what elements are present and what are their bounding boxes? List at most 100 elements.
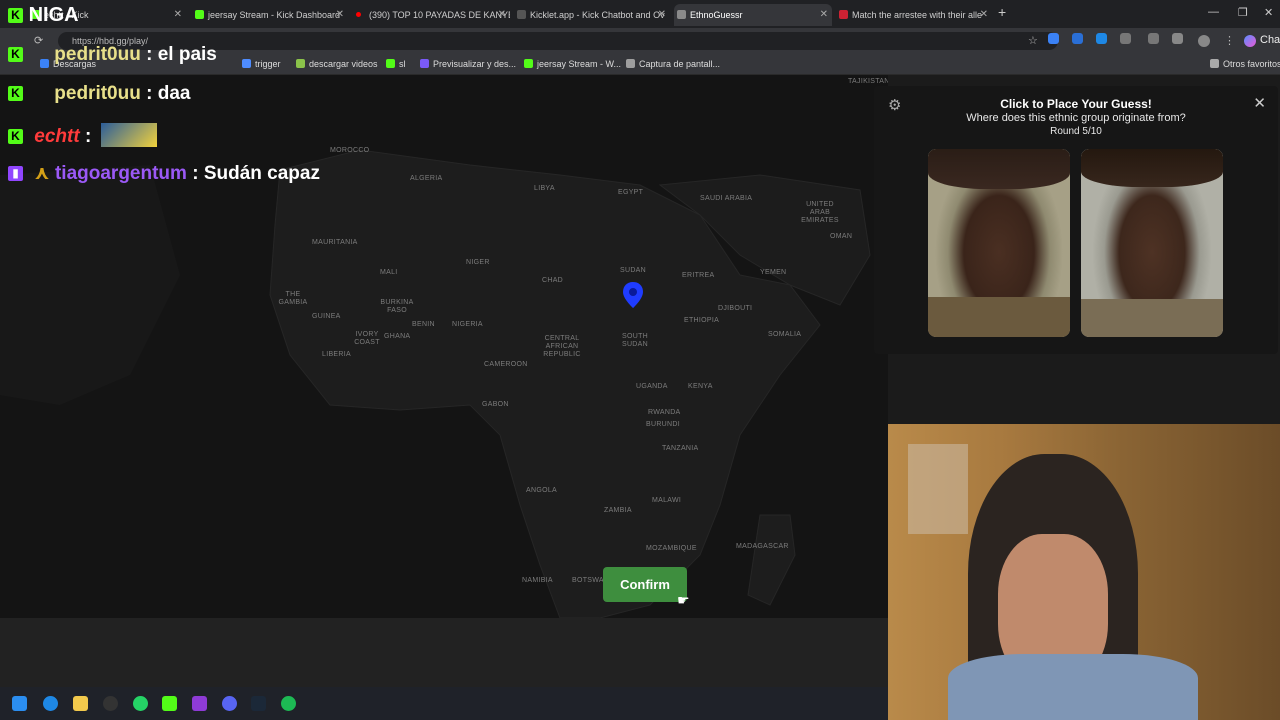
country-label: MAURITANIA xyxy=(312,239,358,246)
chat-username: tiagoargentum xyxy=(54,163,187,184)
kick-icon: K xyxy=(8,8,23,23)
country-label: DJIBOUTI xyxy=(718,305,753,312)
bookmark[interactable]: trigger xyxy=(242,57,281,71)
extension-icon[interactable] xyxy=(1096,33,1107,44)
menu-icon[interactable]: ⋮ xyxy=(1224,34,1235,47)
chat-separator: : xyxy=(84,126,92,147)
chat-message: ▮ ⋏ tiagoargentum : Sudán capaz xyxy=(8,162,320,185)
bookmark-label: descargar videos xyxy=(309,59,378,69)
country-label: YEMEN xyxy=(760,269,787,276)
map-footer-area xyxy=(0,618,888,687)
country-label: TANZANIA xyxy=(662,445,699,452)
country-label: MALAWI xyxy=(652,497,682,504)
bookmark-label: sl xyxy=(399,59,406,69)
close-tab-icon[interactable]: ✕ xyxy=(980,4,988,26)
country-label: BURKINA FASO xyxy=(380,299,414,314)
country-label: NAMIBIA xyxy=(522,577,553,584)
taskbar xyxy=(0,687,888,720)
maximize-icon[interactable]: ❐ xyxy=(1238,6,1248,19)
chat-message: K pedrit0uu : el pais xyxy=(8,44,217,66)
browser-icon[interactable] xyxy=(43,696,58,711)
country-label: MALI xyxy=(380,269,398,276)
round-indicator: Round 5/10 xyxy=(1050,126,1102,137)
extension-icon[interactable] xyxy=(1172,33,1183,44)
country-label: THE GAMBIA xyxy=(278,291,308,306)
copilot-icon[interactable] xyxy=(1244,35,1256,47)
extension-icon[interactable] xyxy=(1048,33,1059,44)
browser-tab[interactable]: Kicklet.app - Kick Chatbot and Ov ✕ xyxy=(514,4,670,26)
other-bookmarks[interactable]: Otros favoritos xyxy=(1210,57,1280,71)
steam-icon[interactable] xyxy=(251,696,266,711)
folder-icon[interactable] xyxy=(73,696,88,711)
face-photo xyxy=(1081,149,1223,337)
country-label: GABON xyxy=(482,401,509,408)
minimize-icon[interactable]: — xyxy=(1208,6,1219,18)
new-tab-button[interactable]: + xyxy=(998,4,1006,20)
bookmark-icon xyxy=(242,59,251,68)
bookmark[interactable]: Previsualizar y des... xyxy=(420,57,516,71)
browser-tab[interactable]: jeersay Stream - Kick Dashboard ✕ xyxy=(192,4,348,26)
app-icon[interactable] xyxy=(192,696,207,711)
star-icon[interactable]: ☆ xyxy=(1028,34,1038,47)
bookmark-icon xyxy=(386,59,395,68)
world-map[interactable]: MOROCCO ALGERIA LIBYA EGYPT SAUDI ARABIA… xyxy=(0,75,888,618)
bookmark-icon xyxy=(626,59,635,68)
kick-icon: K xyxy=(8,86,23,101)
chat-text: el pais xyxy=(157,44,217,65)
browser-tab-bar: echtt - Kick ✕ jeersay Stream - Kick Das… xyxy=(0,0,1280,28)
country-label: ANGOLA xyxy=(526,487,557,494)
chat-button[interactable]: Chat xyxy=(1260,34,1280,46)
profile-avatar[interactable] xyxy=(1198,35,1210,47)
spotify-icon[interactable] xyxy=(281,696,296,711)
extension-icon[interactable] xyxy=(1072,33,1083,44)
guess-marker-icon[interactable] xyxy=(622,281,644,309)
kick-icon: K xyxy=(8,47,23,62)
country-label: SUDAN xyxy=(620,267,647,274)
kicklet-icon xyxy=(517,10,526,19)
country-label: GUINEA xyxy=(312,313,341,320)
windows-start-icon[interactable] xyxy=(12,696,27,711)
close-tab-icon[interactable]: ✕ xyxy=(498,4,506,26)
bookmark[interactable]: Captura de pantall... xyxy=(626,57,720,71)
confirm-button[interactable]: Confirm xyxy=(603,567,687,602)
bookmark[interactable]: jeersay Stream - W... xyxy=(524,57,621,71)
obs-icon[interactable] xyxy=(103,696,118,711)
bookmark[interactable]: descargar videos xyxy=(296,57,378,71)
extension-icon[interactable] xyxy=(1120,33,1131,44)
close-tab-icon[interactable]: ✕ xyxy=(336,4,344,26)
kick-icon[interactable] xyxy=(162,696,177,711)
browser-tab[interactable]: Match the arrestee with their alle ✕ xyxy=(836,4,992,26)
bookmark-icon xyxy=(420,59,429,68)
country-label: MOZAMBIQUE xyxy=(646,545,697,552)
chat-text: Sudán capaz xyxy=(203,163,320,184)
badge-icon: ⋏ xyxy=(34,163,50,184)
map-landmass xyxy=(0,149,871,618)
country-label: SOMALIA xyxy=(768,331,802,338)
guess-panel: ⚙ ✕ Click to Place Your Guess! Where doe… xyxy=(874,86,1278,354)
browser-tab[interactable]: (390) TOP 10 PAYADAS DE KANYE ✕ xyxy=(353,4,510,26)
extension-icon[interactable] xyxy=(1148,33,1159,44)
chat-username: pedrit0uu xyxy=(54,44,141,65)
chat-username: NIGA xyxy=(28,4,79,26)
tab-label: EthnoGuessr xyxy=(690,10,743,20)
kick-icon xyxy=(195,10,204,19)
bookmark-label: trigger xyxy=(255,59,281,69)
close-tab-icon[interactable]: ✕ xyxy=(174,4,182,26)
country-label: GHANA xyxy=(384,333,411,340)
country-label: UNITED ARAB EMIRATES xyxy=(801,201,839,224)
bookmark-icon xyxy=(296,59,305,68)
browser-tab-active[interactable]: EthnoGuessr ✕ xyxy=(674,4,832,26)
other-bookmarks-label: Otros favoritos xyxy=(1223,59,1280,69)
close-window-icon[interactable]: ✕ xyxy=(1264,6,1273,19)
country-label: SAUDI ARABIA xyxy=(700,195,753,202)
country-label: ETHIOPIA xyxy=(684,317,720,324)
kick-icon: K xyxy=(8,129,23,144)
whatsapp-icon[interactable] xyxy=(133,696,148,711)
close-tab-icon[interactable]: ✕ xyxy=(658,4,666,26)
country-label: LIBYA xyxy=(534,185,555,192)
country-label: UGANDA xyxy=(636,383,668,390)
bookmark[interactable]: sl xyxy=(386,57,406,71)
country-label: TAJIKISTAN xyxy=(848,78,888,85)
close-tab-icon[interactable]: ✕ xyxy=(820,4,828,26)
discord-icon[interactable] xyxy=(222,696,237,711)
